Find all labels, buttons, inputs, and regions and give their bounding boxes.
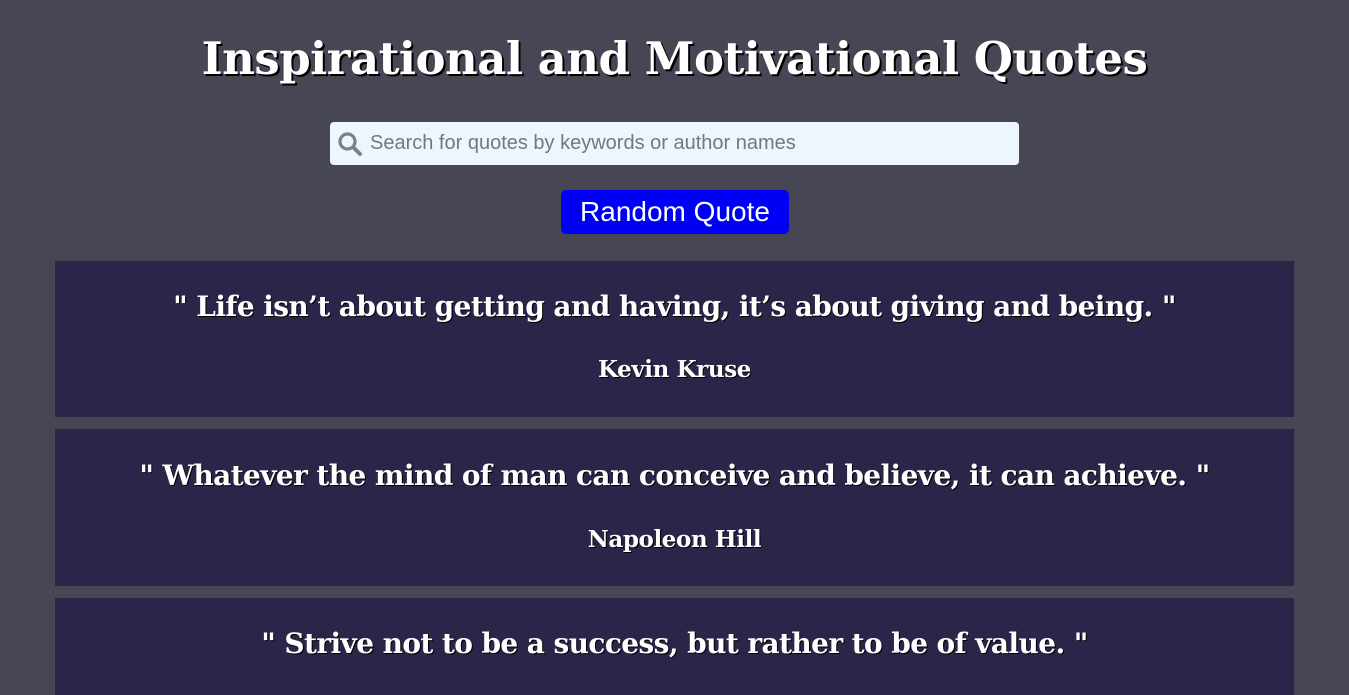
page-title: Inspirational and Motivational Quotes: [201, 32, 1148, 85]
quote-text: " Whatever the mind of man can conceive …: [139, 459, 1210, 492]
quote-text: " Life isn’t about getting and having, i…: [173, 290, 1176, 323]
search-box[interactable]: [330, 122, 1019, 165]
quote-card: " Whatever the mind of man can conceive …: [55, 429, 1294, 586]
quote-card: " Strive not to be a success, but rather…: [55, 598, 1294, 695]
random-quote-button[interactable]: Random Quote: [561, 190, 789, 234]
quote-card: " Life isn’t about getting and having, i…: [55, 261, 1294, 417]
quote-text: " Strive not to be a success, but rather…: [261, 627, 1088, 660]
quote-author: Napoleon Hill: [587, 526, 762, 553]
page: Inspirational and Motivational Quotes Ra…: [0, 0, 1349, 695]
quote-author: Kevin Kruse: [598, 356, 751, 383]
search-icon: [338, 132, 362, 156]
search-input[interactable]: [370, 122, 1010, 165]
